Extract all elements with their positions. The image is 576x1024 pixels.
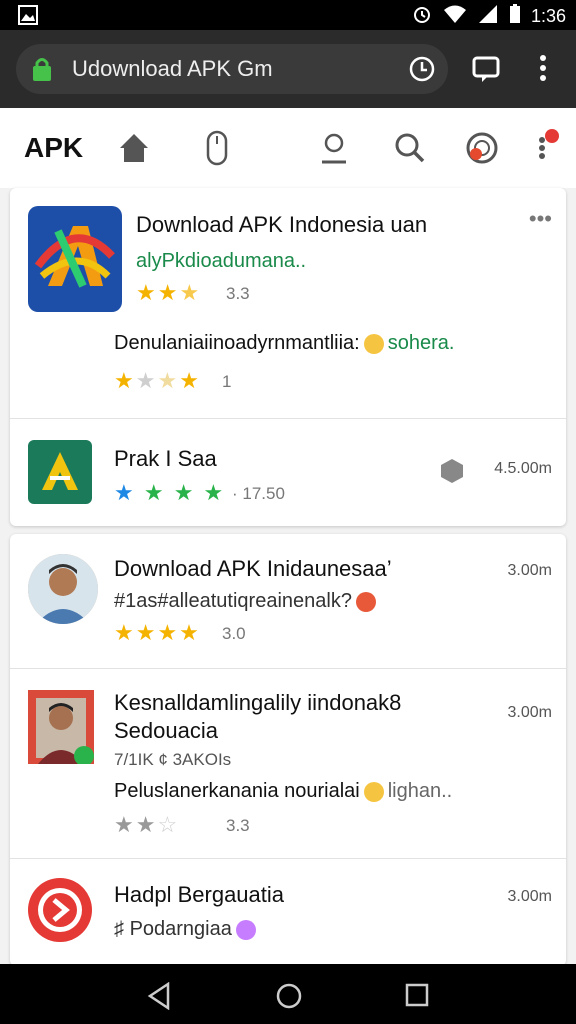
description-tail: lighan.. <box>387 780 453 802</box>
clock-time: 1:36 <box>530 6 566 26</box>
file-size: 3.00m <box>507 888 552 905</box>
user-icon[interactable] <box>314 128 354 168</box>
app-title[interactable]: Download APK Indonesia uan <box>136 212 427 238</box>
more-menu-icon[interactable] <box>532 52 554 91</box>
star-rating: ★ ★ ★ ★ <box>114 480 226 505</box>
app-description: Denulaniaiinoadyrnmantliia: sohera. <box>114 332 454 355</box>
list-item[interactable]: Prak I Saa ★ ★ ★ ★ · 17.50 4.5.00m <box>10 418 566 526</box>
mouse-icon[interactable] <box>198 128 238 168</box>
home-icon[interactable] <box>114 128 154 168</box>
url-text[interactable]: Udownload APK Gm <box>72 56 273 82</box>
app-icon-apk <box>28 206 122 312</box>
more-options-icon[interactable]: ••• <box>529 206 552 232</box>
search-icon[interactable] <box>390 128 430 168</box>
app-icon-prak <box>28 440 92 504</box>
battery-icon <box>509 4 521 29</box>
history-icon[interactable] <box>408 55 436 88</box>
back-icon[interactable] <box>146 982 172 1010</box>
avatar <box>28 554 98 624</box>
subtitle-text: #1as#alleatutiqreainenalk? <box>114 590 352 612</box>
wifi-icon <box>443 4 467 29</box>
app-description: Peluslanerkanania nourialai lighan.. <box>114 780 452 803</box>
home-nav-icon[interactable] <box>275 982 303 1010</box>
rating-value: 3.3 <box>226 284 250 303</box>
app-header: APK <box>0 108 576 188</box>
description-text: Peluslanerkanania nourialai <box>114 780 360 802</box>
overflow-icon[interactable] <box>528 128 568 168</box>
app-title[interactable]: Download APK Inidaunesaa’ <box>114 556 392 582</box>
file-size: 3.00m <box>507 704 552 721</box>
description-text: Denulaniaiinoadyrnmantliia: <box>114 332 360 354</box>
app-subtitle: ♯ Podarngiaa <box>114 918 260 941</box>
subtitle-text: Podarngiaa <box>129 918 232 940</box>
emoji-icon <box>363 781 384 802</box>
app-title[interactable]: Hadpl Bergauatia <box>114 882 284 908</box>
signal-icon <box>477 4 499 29</box>
list-item[interactable]: Download APK Indonesia uan ••• alyPkdioa… <box>10 188 566 419</box>
lock-icon <box>32 56 52 87</box>
list-item[interactable]: Kesnalldamlingalily iindonak8 Sedouacia … <box>10 668 566 859</box>
rating-value: 3.0 <box>222 624 246 643</box>
app-subtitle: alyPkdioadumana.. <box>136 250 307 272</box>
tabs-icon[interactable] <box>470 52 504 91</box>
star-rating: ★★★★ <box>114 620 201 645</box>
package-icon <box>440 458 464 489</box>
description-tail: sohera. <box>387 332 455 354</box>
app-list-card: Download APK Inidaunesaa’ 3.00m #1as#all… <box>10 534 566 966</box>
app-subtitle: #1as#alleatutiqreainenalk? <box>114 590 380 613</box>
list-item[interactable]: Download APK Inidaunesaa’ 3.00m #1as#all… <box>10 534 566 669</box>
address-bar[interactable]: Udownload APK Gm <box>16 44 448 94</box>
status-bar: 1:36 <box>0 0 576 30</box>
app-list-card: Download APK Indonesia uan ••• alyPkdioa… <box>10 188 566 526</box>
avatar <box>28 690 94 764</box>
list-item[interactable]: Hadpl Bergauatia 3.00m ♯ Podarngiaa <box>10 858 566 966</box>
site-logo[interactable]: APK <box>24 132 83 164</box>
rating-count: 1 <box>222 372 232 391</box>
emoji-icon <box>235 919 256 940</box>
emoji-icon <box>363 333 384 354</box>
file-size: 3.00m <box>507 562 552 579</box>
rating-value: · 17.50 <box>232 484 285 503</box>
recents-icon[interactable] <box>404 982 430 1008</box>
notification-icon[interactable] <box>462 128 502 168</box>
alarm-icon <box>411 3 433 30</box>
emoji-icon <box>355 591 376 612</box>
star-rating-secondary: ★★★★ <box>114 368 201 393</box>
star-rating: ★★★ <box>136 280 202 305</box>
app-title[interactable]: Prak I Saa <box>114 446 217 472</box>
app-meta: 7/1IK ¢ 3AKOIs <box>114 750 232 769</box>
system-nav-bar <box>0 964 576 1024</box>
app-icon-hadpl <box>28 878 92 942</box>
app-title[interactable]: Kesnalldamlingalily iindonak8 <box>114 690 401 716</box>
app-title-second-line: Sedouacia <box>114 718 218 743</box>
star-rating: ★★☆ <box>114 812 180 837</box>
file-size: 4.5.00m <box>494 460 552 477</box>
rating-value: 3.3 <box>226 816 250 835</box>
gallery-icon <box>18 5 38 30</box>
browser-toolbar: Udownload APK Gm <box>0 30 576 108</box>
